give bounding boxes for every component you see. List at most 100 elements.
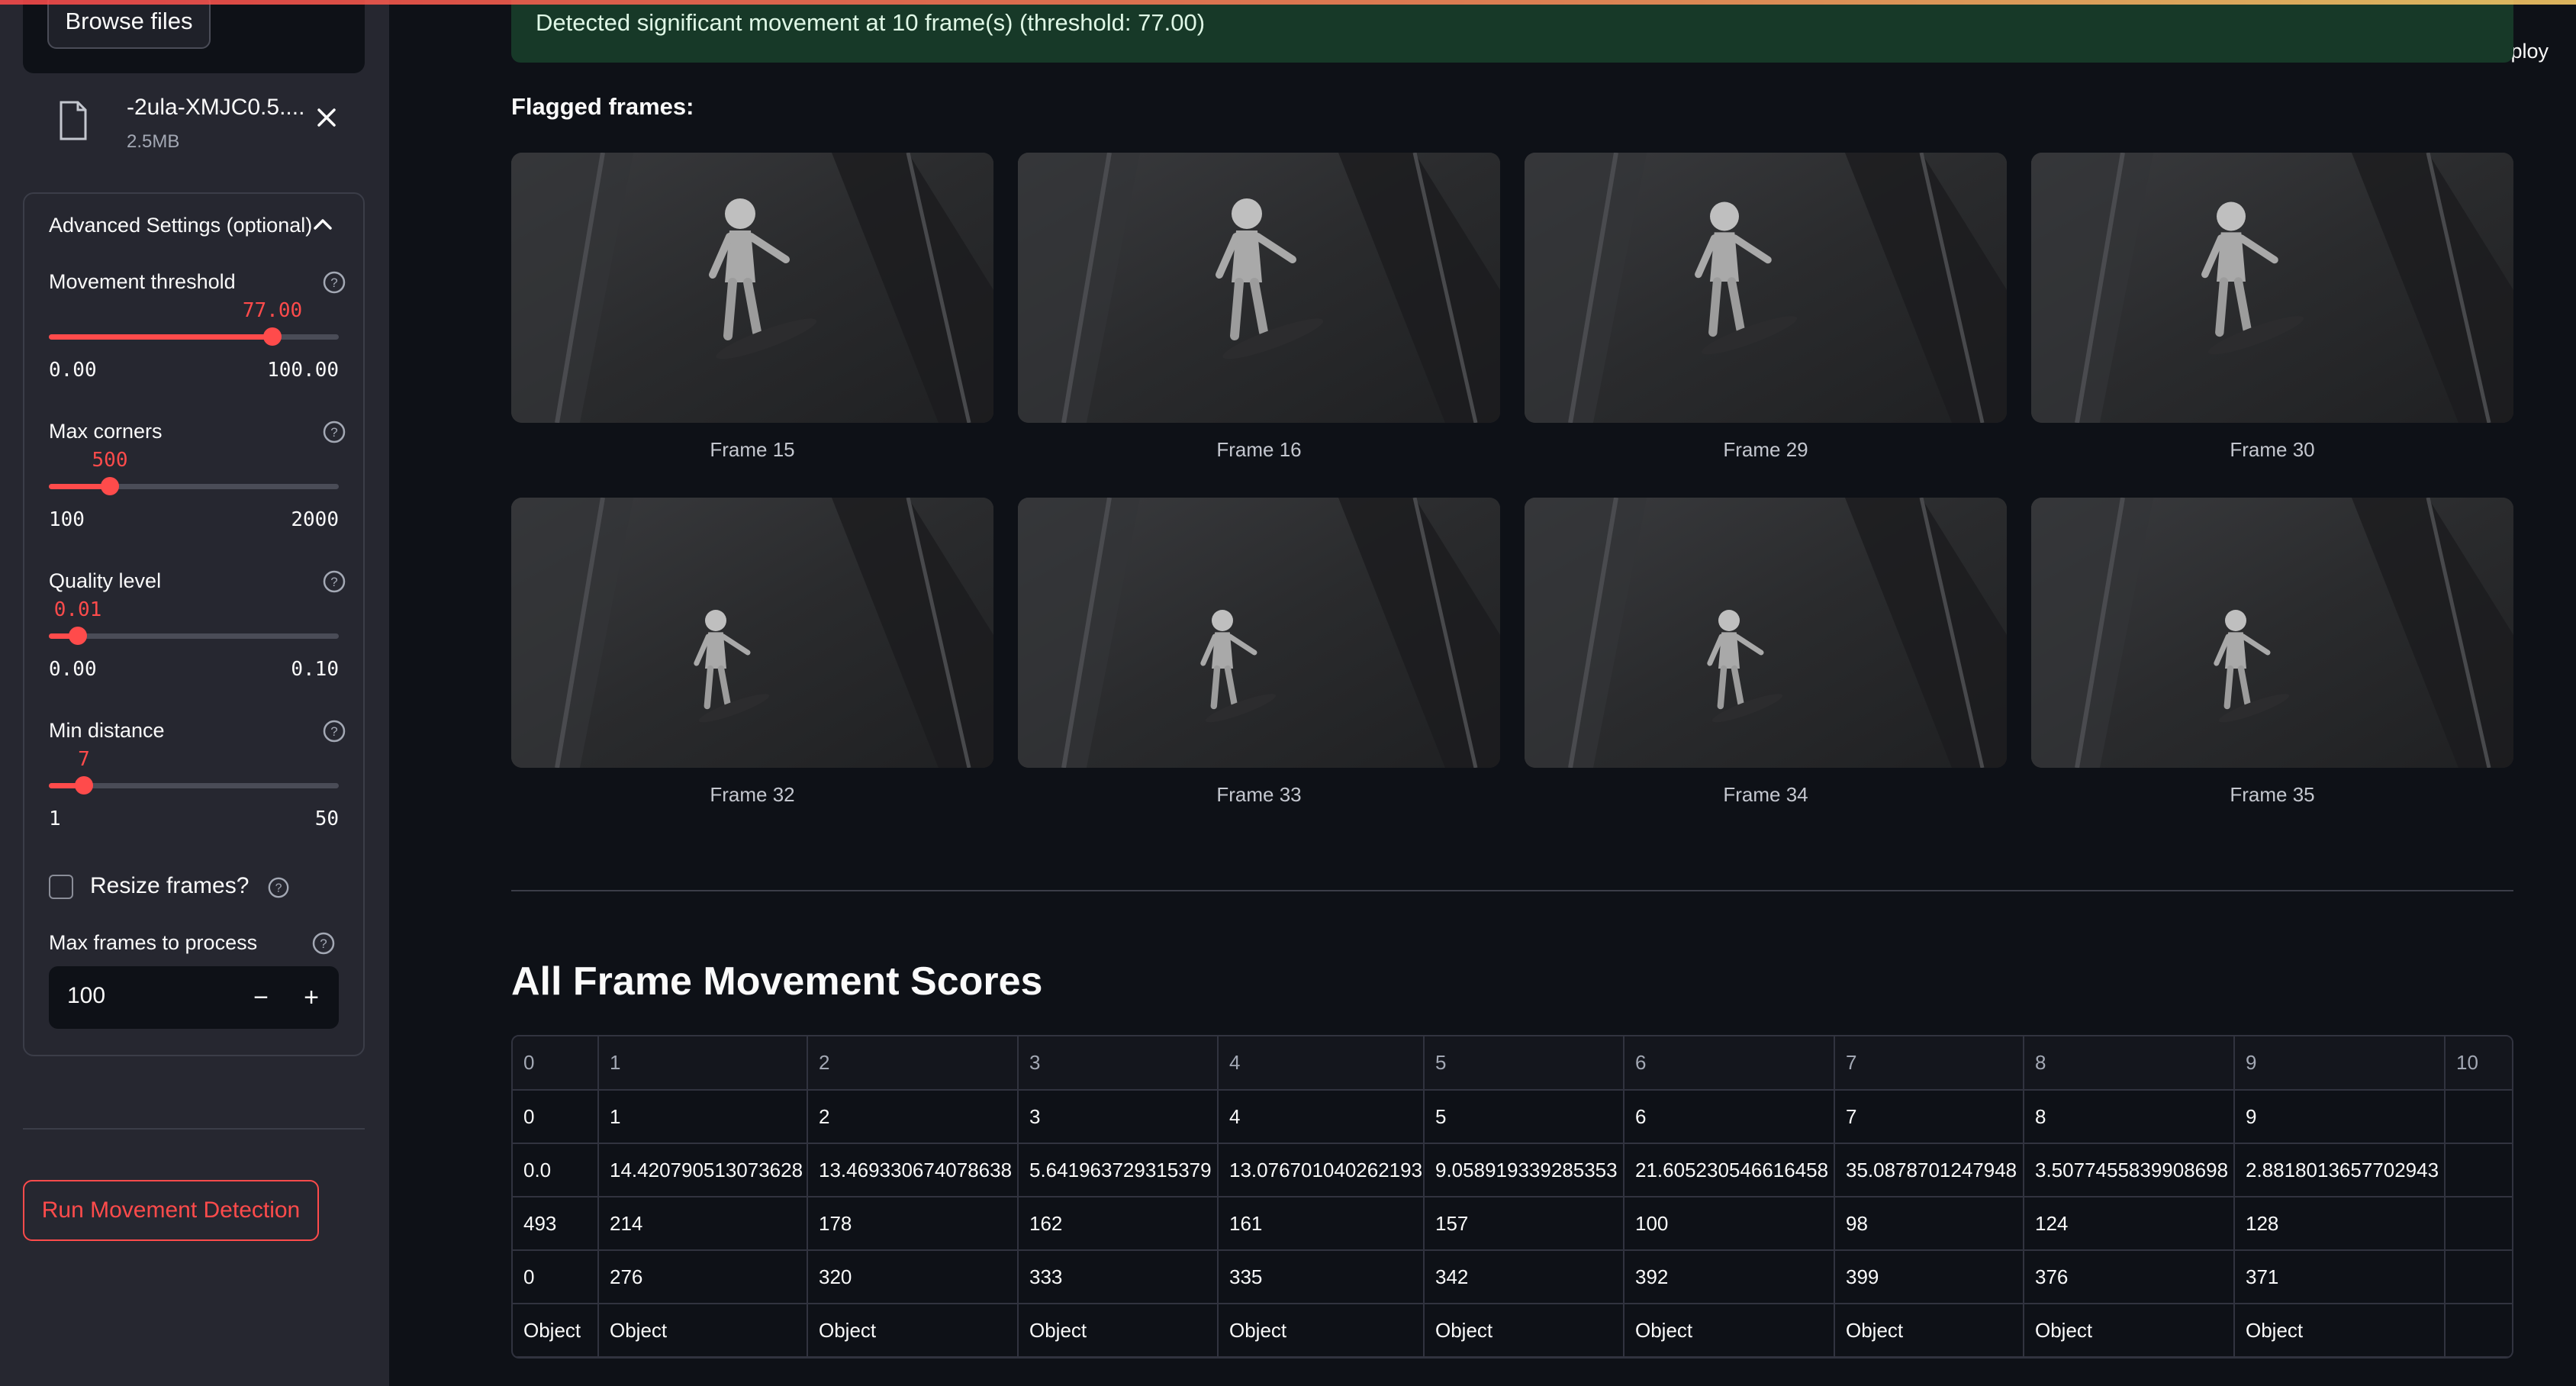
column-header[interactable]: 10 (2445, 1036, 2512, 1091)
table-cell[interactable]: 320 (807, 1250, 1019, 1304)
table-cell[interactable]: Object (2024, 1304, 2235, 1357)
table-cell[interactable]: 3.5077455839908698 (2024, 1143, 2235, 1197)
slider-track[interactable] (49, 484, 339, 489)
table-cell[interactable]: 3.298 (2445, 1143, 2512, 1197)
table-cell[interactable]: 161 (1218, 1197, 1425, 1251)
help-icon[interactable]: ? (311, 931, 336, 956)
table-cell[interactable]: 9.058919339285353 (1424, 1143, 1624, 1197)
column-header[interactable]: 7 (1834, 1036, 2024, 1091)
table-cell[interactable]: 14.420790513073628 (598, 1143, 808, 1197)
table-cell[interactable]: 35.0878701247948 (1834, 1143, 2024, 1197)
advanced-settings-header[interactable]: Advanced Settings (optional) (49, 214, 312, 237)
table-cell[interactable]: 5.641963729315379 (1018, 1143, 1219, 1197)
slider-label: Quality level (49, 569, 162, 592)
table-cell[interactable]: 6 (1624, 1090, 1835, 1144)
table-cell[interactable]: 13.469330674078638 (807, 1143, 1019, 1197)
table-cell[interactable]: 8 (2024, 1090, 2235, 1144)
help-icon[interactable]: ? (322, 420, 346, 444)
table-cell[interactable]: 2 (807, 1090, 1019, 1144)
table-cell[interactable]: 157 (1424, 1197, 1624, 1251)
table-cell[interactable]: 120 (2445, 1197, 2512, 1251)
table-cell[interactable]: Object (1624, 1304, 1835, 1357)
table-cell[interactable]: 98 (1834, 1197, 2024, 1251)
decrement-button[interactable]: − (237, 966, 285, 1029)
browse-files-button[interactable]: Browse files (47, 0, 211, 49)
table-cell[interactable]: 2.8818013657702943 (2234, 1143, 2446, 1197)
table-cell[interactable]: 5 (1424, 1090, 1624, 1144)
column-header[interactable]: 4 (1218, 1036, 1425, 1091)
table-cell[interactable]: 392 (1624, 1250, 1835, 1304)
slider-fill (49, 334, 272, 340)
table-cell[interactable]: 342 (1424, 1250, 1624, 1304)
table-cell[interactable]: 7 (1834, 1090, 2024, 1144)
max-frames-value[interactable]: 100 (67, 983, 105, 1009)
table-cell[interactable]: 335 (1218, 1250, 1425, 1304)
slider-label: Max corners (49, 420, 163, 443)
column-header[interactable]: 3 (1018, 1036, 1219, 1091)
table-cell[interactable]: 399 (1834, 1250, 2024, 1304)
table-cell[interactable]: 0 (513, 1250, 599, 1304)
run-movement-detection-button[interactable]: Run Movement Detection (23, 1180, 319, 1241)
slider-track[interactable] (49, 633, 339, 639)
column-header[interactable]: 1 (598, 1036, 808, 1091)
table-cell[interactable]: 0.0 (513, 1143, 599, 1197)
table-cell[interactable]: 178 (807, 1197, 1019, 1251)
table-cell[interactable]: 378 (2445, 1250, 2512, 1304)
table-cell[interactable]: Object (1018, 1304, 1219, 1357)
column-header[interactable]: 8 (2024, 1036, 2235, 1091)
slider-thumb[interactable] (101, 477, 119, 495)
table-cell[interactable]: 4 (1218, 1090, 1425, 1144)
table-cell[interactable]: 100 (1624, 1197, 1835, 1251)
table-cell[interactable]: Object (1834, 1304, 2024, 1357)
slider-thumb[interactable] (263, 327, 282, 346)
resize-frames-checkbox[interactable] (49, 875, 73, 899)
table-cell[interactable]: 376 (2024, 1250, 2235, 1304)
file-size: 2.5MB (127, 131, 180, 152)
column-header[interactable]: 0 (513, 1036, 599, 1091)
column-header[interactable]: 6 (1624, 1036, 1835, 1091)
chevron-up-icon[interactable] (313, 217, 333, 230)
help-icon[interactable]: ? (322, 719, 346, 743)
column-header[interactable]: 9 (2234, 1036, 2446, 1091)
table-cell[interactable]: 10 (2445, 1090, 2512, 1144)
table-cell[interactable]: 13.076701040262193 (1218, 1143, 1425, 1197)
table-cell[interactable]: 21.605230546616458 (1624, 1143, 1835, 1197)
table-cell[interactable]: 276 (598, 1250, 808, 1304)
increment-button[interactable]: + (287, 966, 336, 1029)
table-cell[interactable]: 124 (2024, 1197, 2235, 1251)
table-cell[interactable]: 1 (598, 1090, 808, 1144)
help-icon[interactable]: ? (322, 569, 346, 594)
table-cell[interactable]: None (2445, 1304, 2512, 1357)
table-cell[interactable]: 0 (513, 1090, 599, 1144)
help-icon[interactable]: ? (322, 270, 346, 295)
max-frames-input[interactable]: 100 − + (49, 966, 339, 1029)
table-cell[interactable]: Object (2234, 1304, 2446, 1357)
scores-table[interactable]: 012345678910 0123456789100.014.420790513… (511, 1035, 2513, 1359)
frame-image (2031, 153, 2513, 423)
table-cell[interactable]: 162 (1018, 1197, 1219, 1251)
slider-thumb[interactable] (69, 627, 87, 645)
table-cell[interactable]: Object (513, 1304, 599, 1357)
table-cell[interactable]: 3 (1018, 1090, 1219, 1144)
resize-frames-label[interactable]: Resize frames? (90, 873, 249, 899)
close-icon[interactable] (313, 104, 340, 131)
table-cell[interactable]: Object (1424, 1304, 1624, 1357)
slider-track[interactable] (49, 334, 339, 340)
help-icon[interactable]: ? (267, 876, 290, 899)
table-cell[interactable]: 128 (2234, 1197, 2446, 1251)
column-header[interactable]: 2 (807, 1036, 1019, 1091)
table-cell[interactable]: 214 (598, 1197, 808, 1251)
alert-text: Detected significant movement at 10 fram… (536, 9, 1206, 36)
table-cell[interactable]: Object (1218, 1304, 1425, 1357)
table-row: 0276320333335342392399376371378 (513, 1250, 2512, 1304)
table-cell[interactable]: 493 (513, 1197, 599, 1251)
table-cell[interactable]: 333 (1018, 1250, 1219, 1304)
table-cell[interactable]: 371 (2234, 1250, 2446, 1304)
column-header[interactable]: 5 (1424, 1036, 1624, 1091)
slider-thumb[interactable] (75, 776, 93, 795)
slider-min: 0.00 (49, 359, 97, 382)
table-cell[interactable]: Object (807, 1304, 1019, 1357)
table-cell[interactable]: 9 (2234, 1090, 2446, 1144)
svg-text:?: ? (275, 882, 282, 895)
table-cell[interactable]: Object (598, 1304, 808, 1357)
